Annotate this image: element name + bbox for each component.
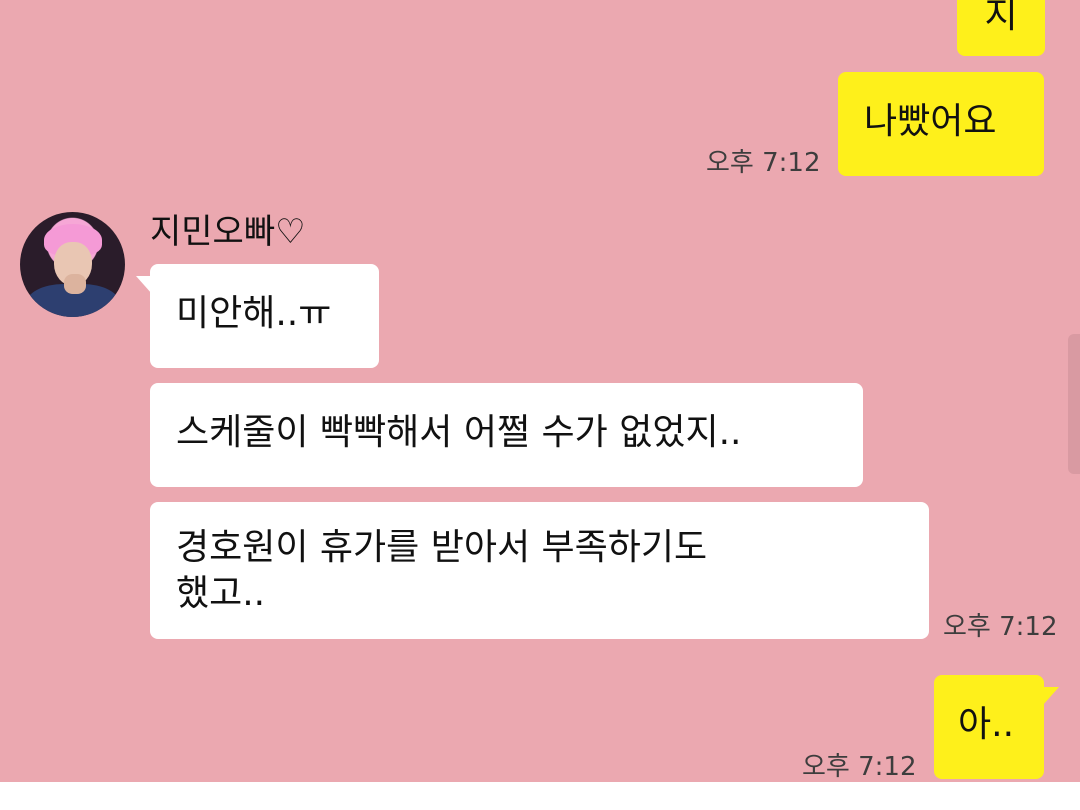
message-text: 나빴어요: [864, 101, 997, 142]
message-time: 오후 7:12: [802, 752, 917, 782]
their-message-bubble[interactable]: 경호원이 휴가를 받아서 부족하기도 했고..: [150, 502, 929, 639]
message-text-line-2: 했고..: [176, 573, 266, 614]
chat-room[interactable]: 지 오후 7:12 나빴어요 지민오빠♡ 미안해..ㅠ 스케줄이 빡빡해서 어쩔…: [0, 0, 1080, 782]
input-area-edge: [0, 782, 1080, 810]
bubble-tail: [1043, 687, 1059, 705]
their-message-bubble[interactable]: 미안해..ㅠ: [150, 264, 379, 368]
avatar-hand: [64, 274, 86, 294]
message-text: 미안해..ㅠ: [176, 293, 332, 334]
sender-avatar[interactable]: [20, 212, 125, 317]
my-message-bubble[interactable]: 지: [957, 0, 1045, 56]
my-message-bubble[interactable]: 아..: [934, 675, 1044, 779]
sender-name[interactable]: 지민오빠♡: [150, 210, 306, 254]
message-text: 아..: [958, 704, 1015, 745]
my-message-bubble[interactable]: 나빴어요: [838, 72, 1044, 176]
message-text-line-1: 경호원이 휴가를 받아서 부족하기도: [176, 527, 708, 568]
scrollbar[interactable]: [1068, 334, 1080, 474]
message-text: 스케줄이 빡빡해서 어쩔 수가 없었지..: [176, 412, 742, 453]
message-time: 오후 7:12: [706, 148, 821, 178]
message-time: 오후 7:12: [943, 612, 1058, 642]
their-message-bubble[interactable]: 스케줄이 빡빡해서 어쩔 수가 없었지..: [150, 383, 863, 487]
message-text: 지: [984, 0, 1018, 36]
